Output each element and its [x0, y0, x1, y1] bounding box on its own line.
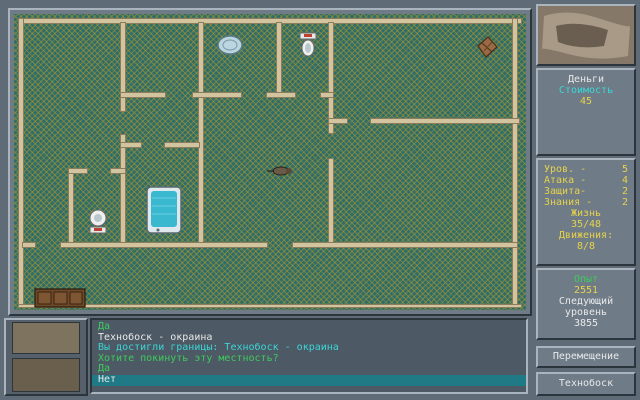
wall	[328, 158, 334, 248]
stats-box: Уров. - 5 Атака - 4 Защита- 2 Знания - 2…	[536, 158, 636, 266]
wall	[22, 242, 36, 248]
wall	[68, 168, 88, 174]
map-thumbnail	[538, 6, 634, 64]
wall	[18, 18, 522, 24]
wall	[120, 92, 166, 98]
stat-defense: Защита- 2	[538, 186, 634, 197]
stat-value: 5	[621, 164, 628, 175]
log-line: Хотите покинуть эту местность?	[98, 352, 279, 364]
life-value: 35/48	[570, 219, 602, 230]
minimap-box[interactable]	[536, 4, 636, 66]
stat-value: 2	[621, 197, 628, 208]
toilet-icon[interactable]	[298, 32, 318, 58]
wall	[292, 242, 518, 248]
wall	[192, 92, 242, 98]
value-label: Стоимость	[558, 85, 614, 96]
exp-value: 2551	[573, 285, 599, 296]
portrait-bottom	[12, 358, 80, 392]
move-button[interactable]: Перемещение	[536, 346, 636, 368]
log-line: Да	[98, 321, 111, 332]
next-level-label: Следующий	[558, 296, 614, 307]
wall	[120, 22, 126, 112]
wall	[120, 134, 126, 248]
dialog-option-no[interactable]: Нет	[92, 374, 526, 386]
money-box: Деньги Стоимость 45	[536, 68, 636, 156]
next-level-label-2: уровень	[564, 307, 608, 318]
next-level-value: 3855	[573, 318, 599, 329]
table-icon[interactable]	[216, 34, 244, 56]
moves-label: Движения:	[558, 230, 614, 241]
stat-label: Атака -	[544, 175, 587, 186]
sink-icon[interactable]	[88, 208, 108, 234]
life-label: Жизнь	[570, 208, 602, 219]
stat-value: 4	[621, 175, 628, 186]
stat-knowledge: Знания - 2	[538, 197, 634, 208]
wall	[60, 242, 268, 248]
value-amount: 45	[579, 96, 593, 107]
bathtub-icon[interactable]	[146, 186, 182, 234]
wall	[512, 18, 518, 306]
portrait-top	[12, 322, 80, 354]
rat-enemy-icon[interactable]	[266, 164, 296, 178]
wall	[276, 22, 282, 98]
cabinet-icon[interactable]	[34, 288, 86, 308]
crate-icon[interactable]	[476, 36, 498, 58]
money-label: Деньги	[567, 74, 605, 85]
dialog-option-yes[interactable]: Да	[98, 364, 520, 375]
stat-value: 2	[621, 186, 628, 197]
wall	[120, 142, 142, 148]
exp-label: Опыт	[573, 274, 599, 285]
wall	[266, 92, 296, 98]
message-log: Да Технобоск - окраина Вы достигли грани…	[90, 318, 528, 394]
wall	[328, 118, 348, 124]
location-button[interactable]: Технобоск	[536, 372, 636, 396]
stat-label: Защита-	[544, 186, 587, 197]
wall	[18, 304, 522, 308]
game-map[interactable]	[14, 14, 526, 310]
wall	[370, 118, 520, 124]
moves-value: 8/8	[576, 241, 596, 252]
wall	[110, 168, 126, 174]
wall	[320, 92, 334, 98]
wall	[164, 142, 200, 148]
stat-attack: Атака - 4	[538, 175, 634, 186]
experience-box: Опыт 2551 Следующий уровень 3855	[536, 268, 636, 340]
stat-label: Знания -	[544, 197, 593, 208]
wall	[68, 168, 74, 248]
wall	[18, 18, 24, 306]
stat-label: Уров. -	[544, 164, 587, 175]
stat-level: Уров. - 5	[538, 164, 634, 175]
wall	[198, 22, 204, 248]
